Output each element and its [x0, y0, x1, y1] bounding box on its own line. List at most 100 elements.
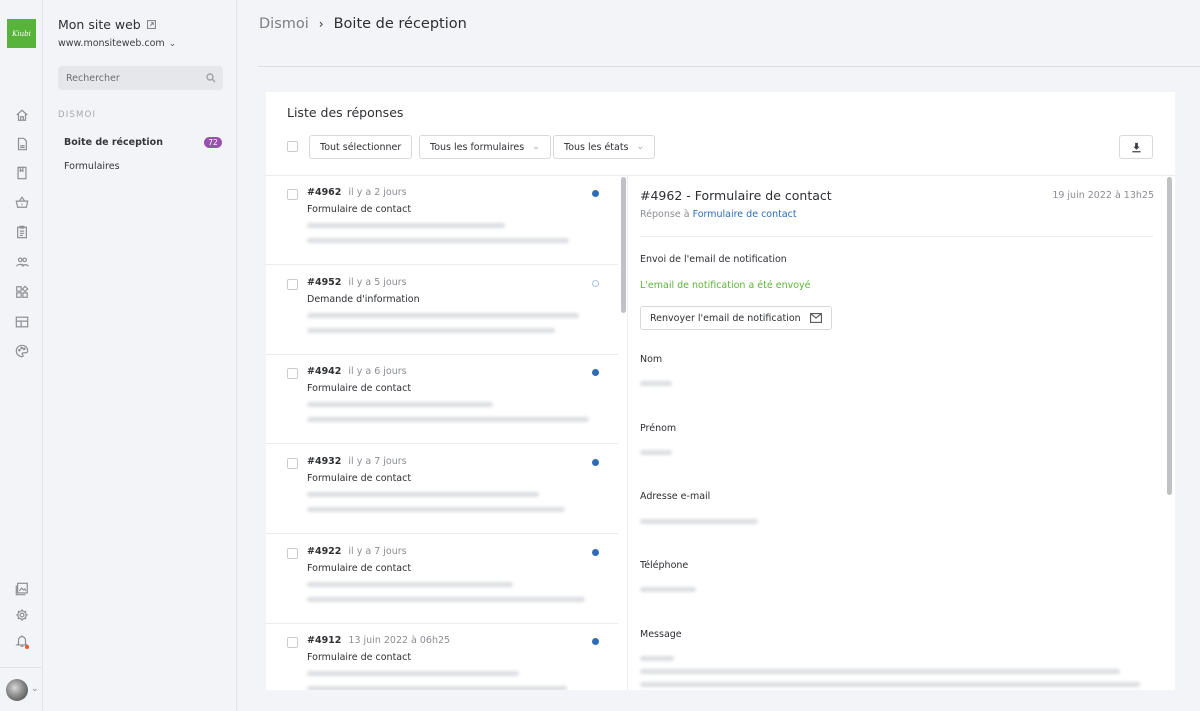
breadcrumb-root[interactable]: Dismoi	[259, 16, 309, 32]
blurred-preview	[307, 417, 589, 422]
response-form: Demande d'information	[307, 294, 420, 305]
kiubi-logo[interactable]: Kiubi	[7, 19, 36, 48]
site-selector[interactable]: www.monsiteweb.com ⌄	[58, 38, 176, 49]
gear-icon[interactable]	[13, 606, 30, 623]
chevron-down-icon: ⌄	[636, 142, 645, 152]
response-id: #4932	[307, 456, 342, 467]
row-checkbox[interactable]	[287, 637, 298, 648]
response-time: 13 juin 2022 à 06h25	[348, 635, 451, 646]
sidebar: Mon site web www.monsiteweb.com ⌄ DISMOI…	[44, 0, 237, 711]
avatar[interactable]	[6, 679, 28, 701]
breadcrumb-separator: ›	[318, 17, 324, 31]
layout-icon[interactable]	[13, 313, 30, 330]
blurred-preview	[307, 686, 567, 690]
response-time: il y a 5 jours	[348, 277, 407, 288]
select-all-button[interactable]: Tout sélectionner	[309, 135, 413, 159]
select-all-label: Tout sélectionner	[320, 141, 402, 153]
unread-indicator[interactable]	[592, 459, 599, 466]
list-item[interactable]: #4932 il y a 7 jours Formulaire de contac…	[266, 444, 618, 534]
field-label-message: Message	[640, 629, 682, 640]
unread-indicator[interactable]	[592, 369, 599, 376]
blurred-preview	[307, 671, 519, 676]
clipboard-icon[interactable]	[13, 223, 30, 240]
field-label-prenom: Prénom	[640, 423, 677, 434]
states-filter-label: Tous les états	[564, 141, 629, 153]
book-icon[interactable]	[13, 164, 30, 181]
response-time: il y a 7 jours	[348, 456, 407, 467]
list-item[interactable]: #4912 13 juin 2022 à 06h25 Formulaire de …	[266, 623, 618, 690]
response-time: il y a 7 jours	[348, 546, 407, 557]
response-detail: #4962 - Formulaire de contact 19 juin 20…	[629, 175, 1175, 690]
blurred-value	[640, 587, 696, 592]
read-indicator[interactable]	[592, 280, 599, 287]
notification-dot	[25, 645, 29, 649]
sidebar-item-inbox[interactable]: Boite de réception	[64, 137, 163, 148]
detail-subtitle: Réponse à Formulaire de contact	[640, 209, 797, 220]
list-item[interactable]: #4952 il y a 5 jours Demande d'informatio…	[266, 265, 618, 355]
unread-indicator[interactable]	[592, 638, 599, 645]
blurred-preview	[307, 313, 579, 318]
blurred-preview	[307, 597, 585, 602]
detail-divider	[640, 236, 1153, 237]
forms-filter-dropdown[interactable]: Tous les formulaires ⌄	[419, 135, 551, 159]
site-url: www.monsiteweb.com	[58, 38, 165, 49]
states-filter-dropdown[interactable]: Tous les états ⌄	[553, 135, 656, 159]
page-icon[interactable]	[13, 135, 30, 152]
list-item[interactable]: #4962 il y a 2 jours Formulaire de contac…	[266, 175, 618, 265]
download-button[interactable]	[1119, 135, 1153, 159]
resend-notification-button[interactable]: Renvoyer l'email de notification	[640, 306, 832, 330]
form-link[interactable]: Formulaire de contact	[693, 209, 797, 220]
blurred-value	[640, 519, 758, 524]
row-checkbox[interactable]	[287, 368, 298, 379]
detail-title: #4962 - Formulaire de contact	[640, 188, 832, 203]
unread-indicator[interactable]	[592, 549, 599, 556]
basket-icon[interactable]	[13, 193, 30, 210]
unread-indicator[interactable]	[592, 190, 599, 197]
blurred-preview	[307, 582, 513, 587]
blurred-preview	[307, 328, 555, 333]
detail-date: 19 juin 2022 à 13h25	[1052, 190, 1154, 201]
response-time: il y a 2 jours	[348, 187, 407, 198]
palette-icon[interactable]	[13, 342, 30, 359]
response-form: Formulaire de contact	[307, 563, 412, 574]
row-checkbox[interactable]	[287, 279, 298, 290]
search-box	[58, 66, 223, 91]
search-icon[interactable]	[206, 73, 216, 83]
blurred-value	[640, 669, 1120, 674]
response-form: Formulaire de contact	[307, 473, 412, 484]
site-title: Mon site web	[58, 17, 156, 32]
search-input[interactable]	[58, 66, 223, 91]
modules-icon[interactable]	[13, 283, 30, 300]
section-label: DISMOI	[58, 110, 97, 120]
select-all-checkbox[interactable]	[287, 141, 298, 152]
blurred-value	[640, 381, 672, 386]
media-icon[interactable]	[13, 580, 30, 597]
icon-rail: Kiubi ⌄	[0, 0, 43, 711]
response-id: #4912	[307, 635, 342, 646]
field-label-telephone: Téléphone	[640, 560, 689, 571]
blurred-preview	[307, 223, 505, 228]
list-item[interactable]: #4922 il y a 7 jours Formulaire de contac…	[266, 534, 618, 624]
field-label-email: Adresse e-mail	[640, 491, 711, 502]
blurred-preview	[307, 507, 565, 512]
resend-label: Renvoyer l'email de notification	[650, 312, 801, 324]
response-id: #4962	[307, 187, 342, 198]
header-divider	[258, 66, 1200, 67]
row-checkbox[interactable]	[287, 189, 298, 200]
card-title: Liste des réponses	[287, 105, 404, 120]
row-checkbox[interactable]	[287, 458, 298, 469]
response-form: Formulaire de contact	[307, 204, 412, 215]
notification-status: L'email de notification a été envoyé	[640, 280, 811, 291]
row-checkbox[interactable]	[287, 548, 298, 559]
list-item[interactable]: #4942 il y a 6 jours Formulaire de contac…	[266, 354, 618, 444]
users-icon[interactable]	[13, 253, 30, 270]
page-title: Boite de réception	[333, 16, 467, 32]
list-scrollbar[interactable]	[621, 177, 626, 313]
chevron-down-icon[interactable]: ⌄	[31, 684, 39, 694]
sidebar-item-forms[interactable]: Formulaires	[64, 161, 120, 172]
external-link-icon[interactable]	[146, 17, 156, 32]
detail-scrollbar[interactable]	[1167, 177, 1172, 495]
response-time: il y a 6 jours	[348, 366, 407, 377]
response-form: Formulaire de contact	[307, 383, 412, 394]
home-icon[interactable]	[13, 106, 30, 123]
